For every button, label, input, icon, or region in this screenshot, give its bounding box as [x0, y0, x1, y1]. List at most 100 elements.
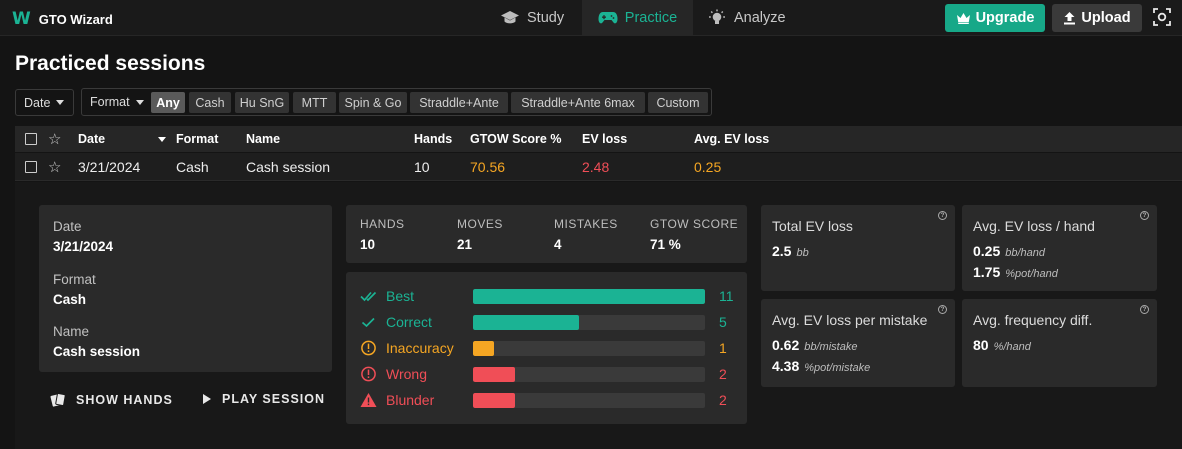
stat-hands-label: HANDS	[360, 217, 405, 231]
format-chip-straddle-ante[interactable]: Straddle+Ante	[410, 92, 508, 113]
column-date[interactable]: Date	[78, 126, 105, 152]
move-label-correct: Correct	[386, 314, 432, 330]
nav-analyze-label: Analyze	[734, 10, 786, 26]
star-icon[interactable]: ☆	[48, 153, 61, 180]
help-icon[interactable]: ?	[1140, 305, 1149, 314]
upload-label: Upload	[1081, 10, 1131, 26]
show-hands-label: SHOW HANDS	[76, 393, 173, 407]
avg-ev-loss-mistake-line-1: 0.62 bb/mistake	[772, 337, 857, 353]
total-ev-loss-title: Total EV loss	[772, 218, 853, 234]
table-header: ☆ Date Format Name Hands GTOW Score % EV…	[15, 126, 1182, 152]
info-format-value: Cash	[53, 292, 87, 307]
avg-frequency-diff-unit: %/hand	[993, 341, 1031, 353]
table-row[interactable]: ☆ 3/21/2024 Cash Cash session 10 70.56 2…	[15, 153, 1182, 181]
stat-mistakes-value: 4	[554, 237, 562, 252]
page-title: Practiced sessions	[15, 52, 206, 75]
column-ev-loss[interactable]: EV loss	[582, 126, 627, 152]
warning-triangle-icon	[360, 393, 377, 407]
help-icon[interactable]: ?	[938, 211, 947, 220]
stat-moves-value: 21	[457, 237, 473, 252]
avg-frequency-diff-value: 80	[973, 337, 989, 353]
move-bar-fill	[473, 315, 579, 330]
info-date-label: Date	[53, 219, 82, 234]
move-label-blunder: Blunder	[386, 392, 435, 408]
sort-desc-icon[interactable]	[158, 126, 166, 152]
avg-ev-loss-hand-unit-2: %pot/hand	[1005, 268, 1058, 280]
gto-wizard-logo: W	[12, 9, 31, 29]
format-chip-straddle-ante-6max[interactable]: Straddle+Ante 6max	[511, 92, 645, 113]
move-breakdown-card: Best 11 Correct 5 Inaccuracy 1 Wrong 2 B…	[346, 272, 747, 424]
double-check-icon	[360, 291, 377, 302]
format-filter-group: Format Any Cash Hu SnG MTT Spin & Go Str…	[81, 88, 712, 116]
avg-ev-loss-mistake-line-2: 4.38 %pot/mistake	[772, 358, 870, 374]
avg-ev-loss-hand-line-2: 1.75 %pot/hand	[973, 264, 1058, 280]
star-icon[interactable]: ☆	[48, 126, 61, 152]
upgrade-button[interactable]: Upgrade	[945, 4, 1045, 32]
select-all-checkbox[interactable]	[25, 126, 37, 152]
avg-ev-loss-mistake-unit-1: bb/mistake	[804, 341, 858, 353]
caret-down-icon	[56, 100, 65, 105]
move-bar-correct	[473, 315, 705, 330]
avg-ev-loss-mistake-card: Avg. EV loss per mistake ? 0.62 bb/mista…	[761, 299, 955, 387]
move-row-blunder: Blunder 2	[346, 391, 747, 409]
total-ev-loss-value: 2.5	[772, 243, 792, 259]
move-count-blunder: 2	[719, 392, 727, 408]
format-chip-mtt[interactable]: MTT	[293, 92, 336, 113]
play-session-button[interactable]: PLAY SESSION	[202, 392, 325, 406]
format-chip-any[interactable]: Any	[151, 92, 185, 113]
cards-icon	[50, 393, 66, 407]
brand[interactable]: W GTO Wizard	[12, 9, 113, 29]
info-name-value: Cash session	[53, 344, 141, 359]
date-filter-dropdown[interactable]: Date	[15, 89, 74, 116]
format-chip-custom[interactable]: Custom	[648, 92, 708, 113]
avg-ev-loss-mistake-value-1: 0.62	[772, 337, 800, 353]
move-label-best: Best	[386, 288, 415, 304]
move-row-best: Best 11	[346, 287, 747, 305]
format-chip-cash[interactable]: Cash	[189, 92, 231, 113]
avg-frequency-diff-line: 80 %/hand	[973, 337, 1031, 353]
avg-ev-loss-hand-value-1: 0.25	[973, 243, 1001, 259]
column-format[interactable]: Format	[176, 126, 218, 152]
avg-frequency-diff-card: Avg. frequency diff. ? 80 %/hand	[962, 299, 1157, 387]
move-bar-wrong	[473, 367, 705, 382]
nav-practice-label: Practice	[624, 10, 678, 26]
format-chip-hu-sng[interactable]: Hu SnG	[235, 92, 289, 113]
move-count-wrong: 2	[719, 366, 727, 382]
row-ev-loss: 2.48	[582, 158, 610, 175]
column-gtow-score[interactable]: GTOW Score %	[470, 126, 561, 152]
stat-hands-value: 10	[360, 237, 376, 252]
column-hands[interactable]: Hands	[414, 126, 452, 152]
row-gtow-score: 70.56	[470, 158, 506, 175]
move-bar-best	[473, 289, 705, 304]
show-hands-button[interactable]: SHOW HANDS	[50, 392, 173, 408]
nav-analyze[interactable]: Analyze	[707, 0, 786, 36]
move-label-inaccuracy: Inaccuracy	[386, 340, 454, 356]
avg-frequency-diff-title: Avg. frequency diff.	[973, 312, 1093, 328]
top-bar: W GTO Wizard Study Practice Analyze Upgr…	[0, 0, 1182, 36]
row-checkbox[interactable]	[25, 153, 37, 180]
play-icon	[203, 394, 211, 404]
stat-gtow-score-label: GTOW SCORE	[650, 217, 739, 231]
move-count-correct: 5	[719, 314, 727, 330]
crown-icon	[956, 13, 970, 24]
play-session-label: PLAY SESSION	[222, 392, 326, 406]
app-name: GTO Wizard	[38, 11, 113, 27]
column-avg-ev-loss[interactable]: Avg. EV loss	[694, 126, 769, 152]
format-chip-spin-go[interactable]: Spin & Go	[339, 92, 407, 113]
nav-study[interactable]: Study	[500, 0, 564, 36]
move-bar-blunder	[473, 393, 705, 408]
session-stats-card: HANDS 10 MOVES 21 MISTAKES 4 GTOW SCORE …	[346, 205, 747, 263]
total-ev-loss-line: 2.5 bb	[772, 243, 809, 259]
column-date-label: Date	[78, 132, 106, 146]
avg-ev-loss-hand-unit-1: bb/hand	[1005, 247, 1046, 259]
nav-practice[interactable]: Practice	[582, 0, 693, 36]
format-filter-dropdown[interactable]: Format	[90, 95, 144, 109]
avg-ev-loss-mistake-title: Avg. EV loss per mistake	[772, 312, 928, 328]
column-name[interactable]: Name	[246, 126, 280, 152]
info-circle-icon	[361, 340, 376, 356]
help-icon[interactable]: ?	[1140, 211, 1149, 220]
help-icon[interactable]: ?	[938, 305, 947, 314]
screenshot-icon[interactable]	[1153, 8, 1171, 26]
upload-button[interactable]: Upload	[1052, 4, 1142, 32]
total-ev-loss-card: Total EV loss ? 2.5 bb	[761, 205, 955, 291]
